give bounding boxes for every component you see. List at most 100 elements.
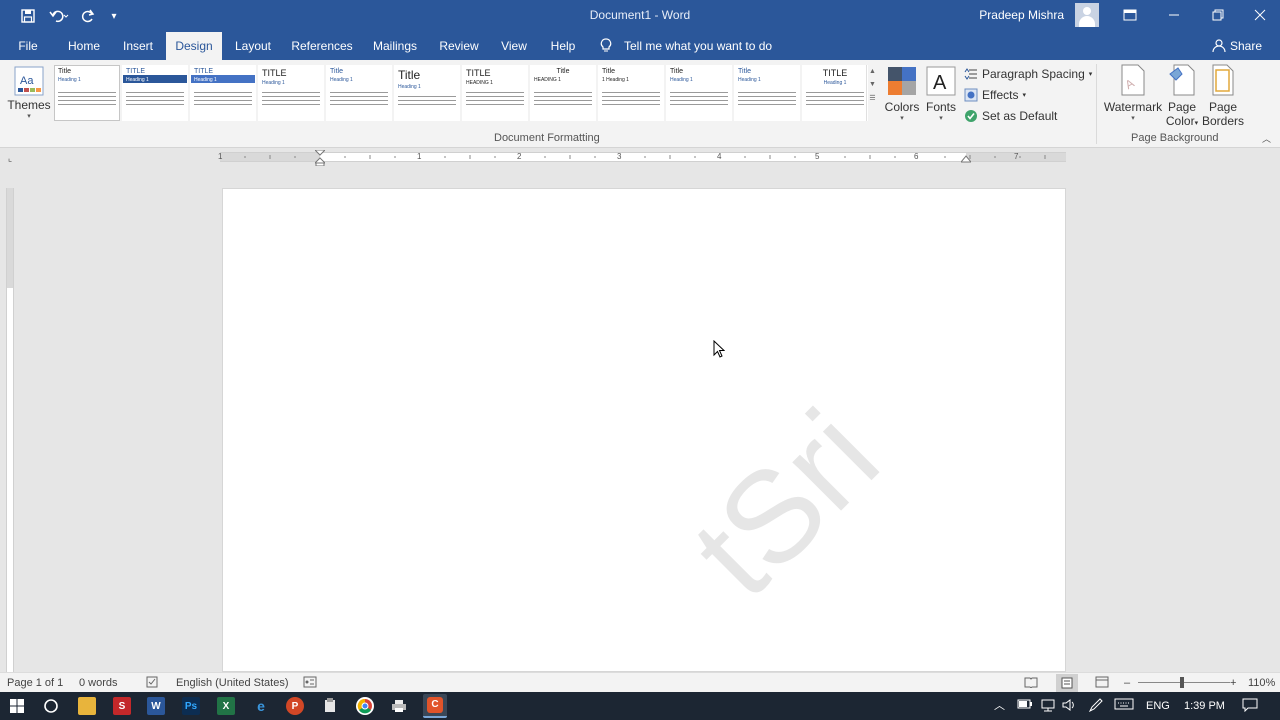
windows-start-icon[interactable] [8, 697, 26, 715]
style-set-item[interactable]: TITLE HEADING 1 [462, 65, 528, 121]
fonts-dropdown-icon: ▾ [939, 115, 943, 122]
user-name[interactable]: Pradeep Mishra [979, 8, 1064, 22]
tell-me-box[interactable]: Tell me what you want to do [600, 32, 772, 60]
style-set-item[interactable]: Title 1 Heading 1 [598, 65, 664, 121]
horizontal-ruler[interactable]: 1 1 2 3 4 5 6 7 [218, 150, 1066, 166]
vertical-ruler[interactable] [6, 188, 14, 672]
style-set-item[interactable]: Title HEADING 1 [530, 65, 596, 121]
page-color-dropdown-icon: ▾ [1194, 120, 1199, 127]
avatar[interactable] [1075, 3, 1099, 27]
effects-button[interactable]: Effects ▾ [964, 85, 1026, 105]
restore-icon[interactable] [1196, 0, 1240, 30]
network-icon[interactable] [1040, 698, 1056, 714]
app-s-icon[interactable]: S [113, 697, 131, 715]
svg-text:A: A [933, 72, 947, 94]
tab-home[interactable]: Home [62, 32, 106, 60]
style-set-heading: Heading 1 [738, 77, 761, 83]
undo-icon[interactable] [45, 6, 73, 26]
right-indent-marker[interactable] [961, 155, 971, 163]
cortana-icon[interactable] [42, 697, 60, 715]
keyboard-icon[interactable] [1114, 698, 1134, 714]
camtasia-icon[interactable]: C [423, 694, 447, 718]
zoom-in-icon[interactable]: + [1230, 676, 1236, 690]
file-explorer-icon[interactable] [78, 697, 96, 715]
tab-design[interactable]: Design [166, 32, 222, 60]
language-indicator[interactable]: English (United States) [176, 676, 289, 690]
share-label: Share [1230, 39, 1263, 53]
word-app-icon[interactable]: W [147, 697, 165, 715]
zoom-out-icon[interactable]: – [1124, 676, 1130, 690]
battery-icon[interactable] [1017, 698, 1033, 714]
zoom-slider[interactable] [1138, 682, 1230, 683]
ribbon-display-options-icon[interactable] [1108, 0, 1152, 30]
tab-file[interactable]: File [8, 32, 48, 60]
tab-references[interactable]: References [290, 32, 354, 60]
themes-button[interactable]: Aa Themes ▾ [6, 64, 52, 120]
tab-view[interactable]: View [496, 32, 532, 60]
style-set-title: TITLE [822, 68, 848, 78]
page-count[interactable]: Page 1 of 1 [7, 676, 63, 690]
save-icon[interactable] [18, 6, 38, 26]
share-button[interactable]: Share [1212, 32, 1262, 60]
watermark-button[interactable]: A Watermark ▾ [1102, 64, 1164, 122]
document-page[interactable]: tSri [222, 188, 1066, 672]
word-count[interactable]: 0 words [79, 676, 118, 690]
gallery-more-icon[interactable]: ☰ [867, 94, 878, 102]
redo-icon[interactable] [78, 6, 98, 26]
macro-recording-icon[interactable] [303, 676, 317, 690]
close-icon[interactable] [1238, 0, 1280, 30]
tab-selector[interactable]: ⌞ [4, 152, 16, 164]
style-set-item[interactable]: TITLE Heading 1 [802, 65, 868, 121]
clock-time[interactable]: 1:39 PM [1184, 698, 1225, 714]
web-layout-icon[interactable] [1095, 676, 1109, 690]
colors-button[interactable]: Colors ▾ [882, 66, 922, 122]
tab-layout[interactable]: Layout [230, 32, 276, 60]
style-set-item[interactable]: Title Heading 1 [394, 65, 460, 121]
chrome-browser-icon[interactable] [356, 697, 374, 715]
set-as-default-button[interactable]: Set as Default [964, 106, 1057, 126]
show-hidden-icons-icon[interactable]: ︿ [994, 698, 1005, 714]
style-set-item[interactable]: Title Heading 1 [54, 65, 120, 121]
proofing-icon[interactable] [146, 676, 160, 690]
style-set-title: TITLE [466, 68, 491, 78]
style-set-item[interactable]: TITLE Heading 1 [258, 65, 324, 121]
volume-icon[interactable] [1062, 698, 1078, 714]
printer-icon[interactable] [390, 697, 408, 715]
powerpoint-app-icon[interactable]: P [286, 697, 304, 715]
action-center-icon[interactable] [1242, 698, 1258, 714]
style-set-title: TITLE [262, 68, 287, 78]
first-line-indent-marker[interactable] [315, 150, 325, 166]
page-borders-label-2: Borders [1202, 114, 1245, 128]
gallery-scroll[interactable]: ▲ ▼ ☰ [866, 65, 878, 121]
photoshop-icon[interactable]: Ps [182, 697, 200, 715]
gallery-up-icon[interactable]: ▲ [867, 68, 878, 75]
tab-mailings[interactable]: Mailings [368, 32, 422, 60]
gallery-down-icon[interactable]: ▼ [867, 81, 878, 88]
page-color-button[interactable]: Page Color▾ [1160, 64, 1204, 128]
style-set-item[interactable]: TITLE Heading 1 [122, 65, 188, 121]
tab-help[interactable]: Help [546, 32, 580, 60]
pen-icon[interactable] [1088, 698, 1104, 714]
style-set-item[interactable]: Title Heading 1 [734, 65, 800, 121]
paragraph-spacing-button[interactable]: Paragraph Spacing ▾ [964, 64, 1092, 84]
zoom-slider-thumb[interactable] [1180, 677, 1184, 688]
tab-insert[interactable]: Insert [118, 32, 158, 60]
style-set-heading: Heading 1 [262, 80, 285, 86]
edge-browser-icon[interactable]: e [252, 697, 270, 715]
style-set-item[interactable]: TITLE Heading 1 [190, 65, 256, 121]
customize-qat-icon[interactable]: ▾ [106, 6, 122, 26]
excel-app-icon[interactable]: X [217, 697, 235, 715]
fonts-button[interactable]: A Fonts ▾ [922, 66, 960, 122]
page-borders-button[interactable]: Page Borders [1202, 64, 1244, 128]
collapse-ribbon-icon[interactable]: ︿ [1262, 132, 1271, 145]
zoom-level[interactable]: 110% [1248, 676, 1275, 690]
read-mode-icon[interactable] [1024, 676, 1038, 690]
style-set-item[interactable]: Title Heading 1 [326, 65, 392, 121]
style-set-title: Title [602, 68, 615, 75]
minimize-icon[interactable] [1152, 0, 1196, 30]
app-tool-icon[interactable] [321, 697, 339, 715]
style-set-item[interactable]: Title Heading 1 [666, 65, 732, 121]
input-language[interactable]: ENG [1146, 698, 1170, 714]
tab-review[interactable]: Review [436, 32, 482, 60]
print-layout-icon[interactable] [1056, 674, 1078, 692]
